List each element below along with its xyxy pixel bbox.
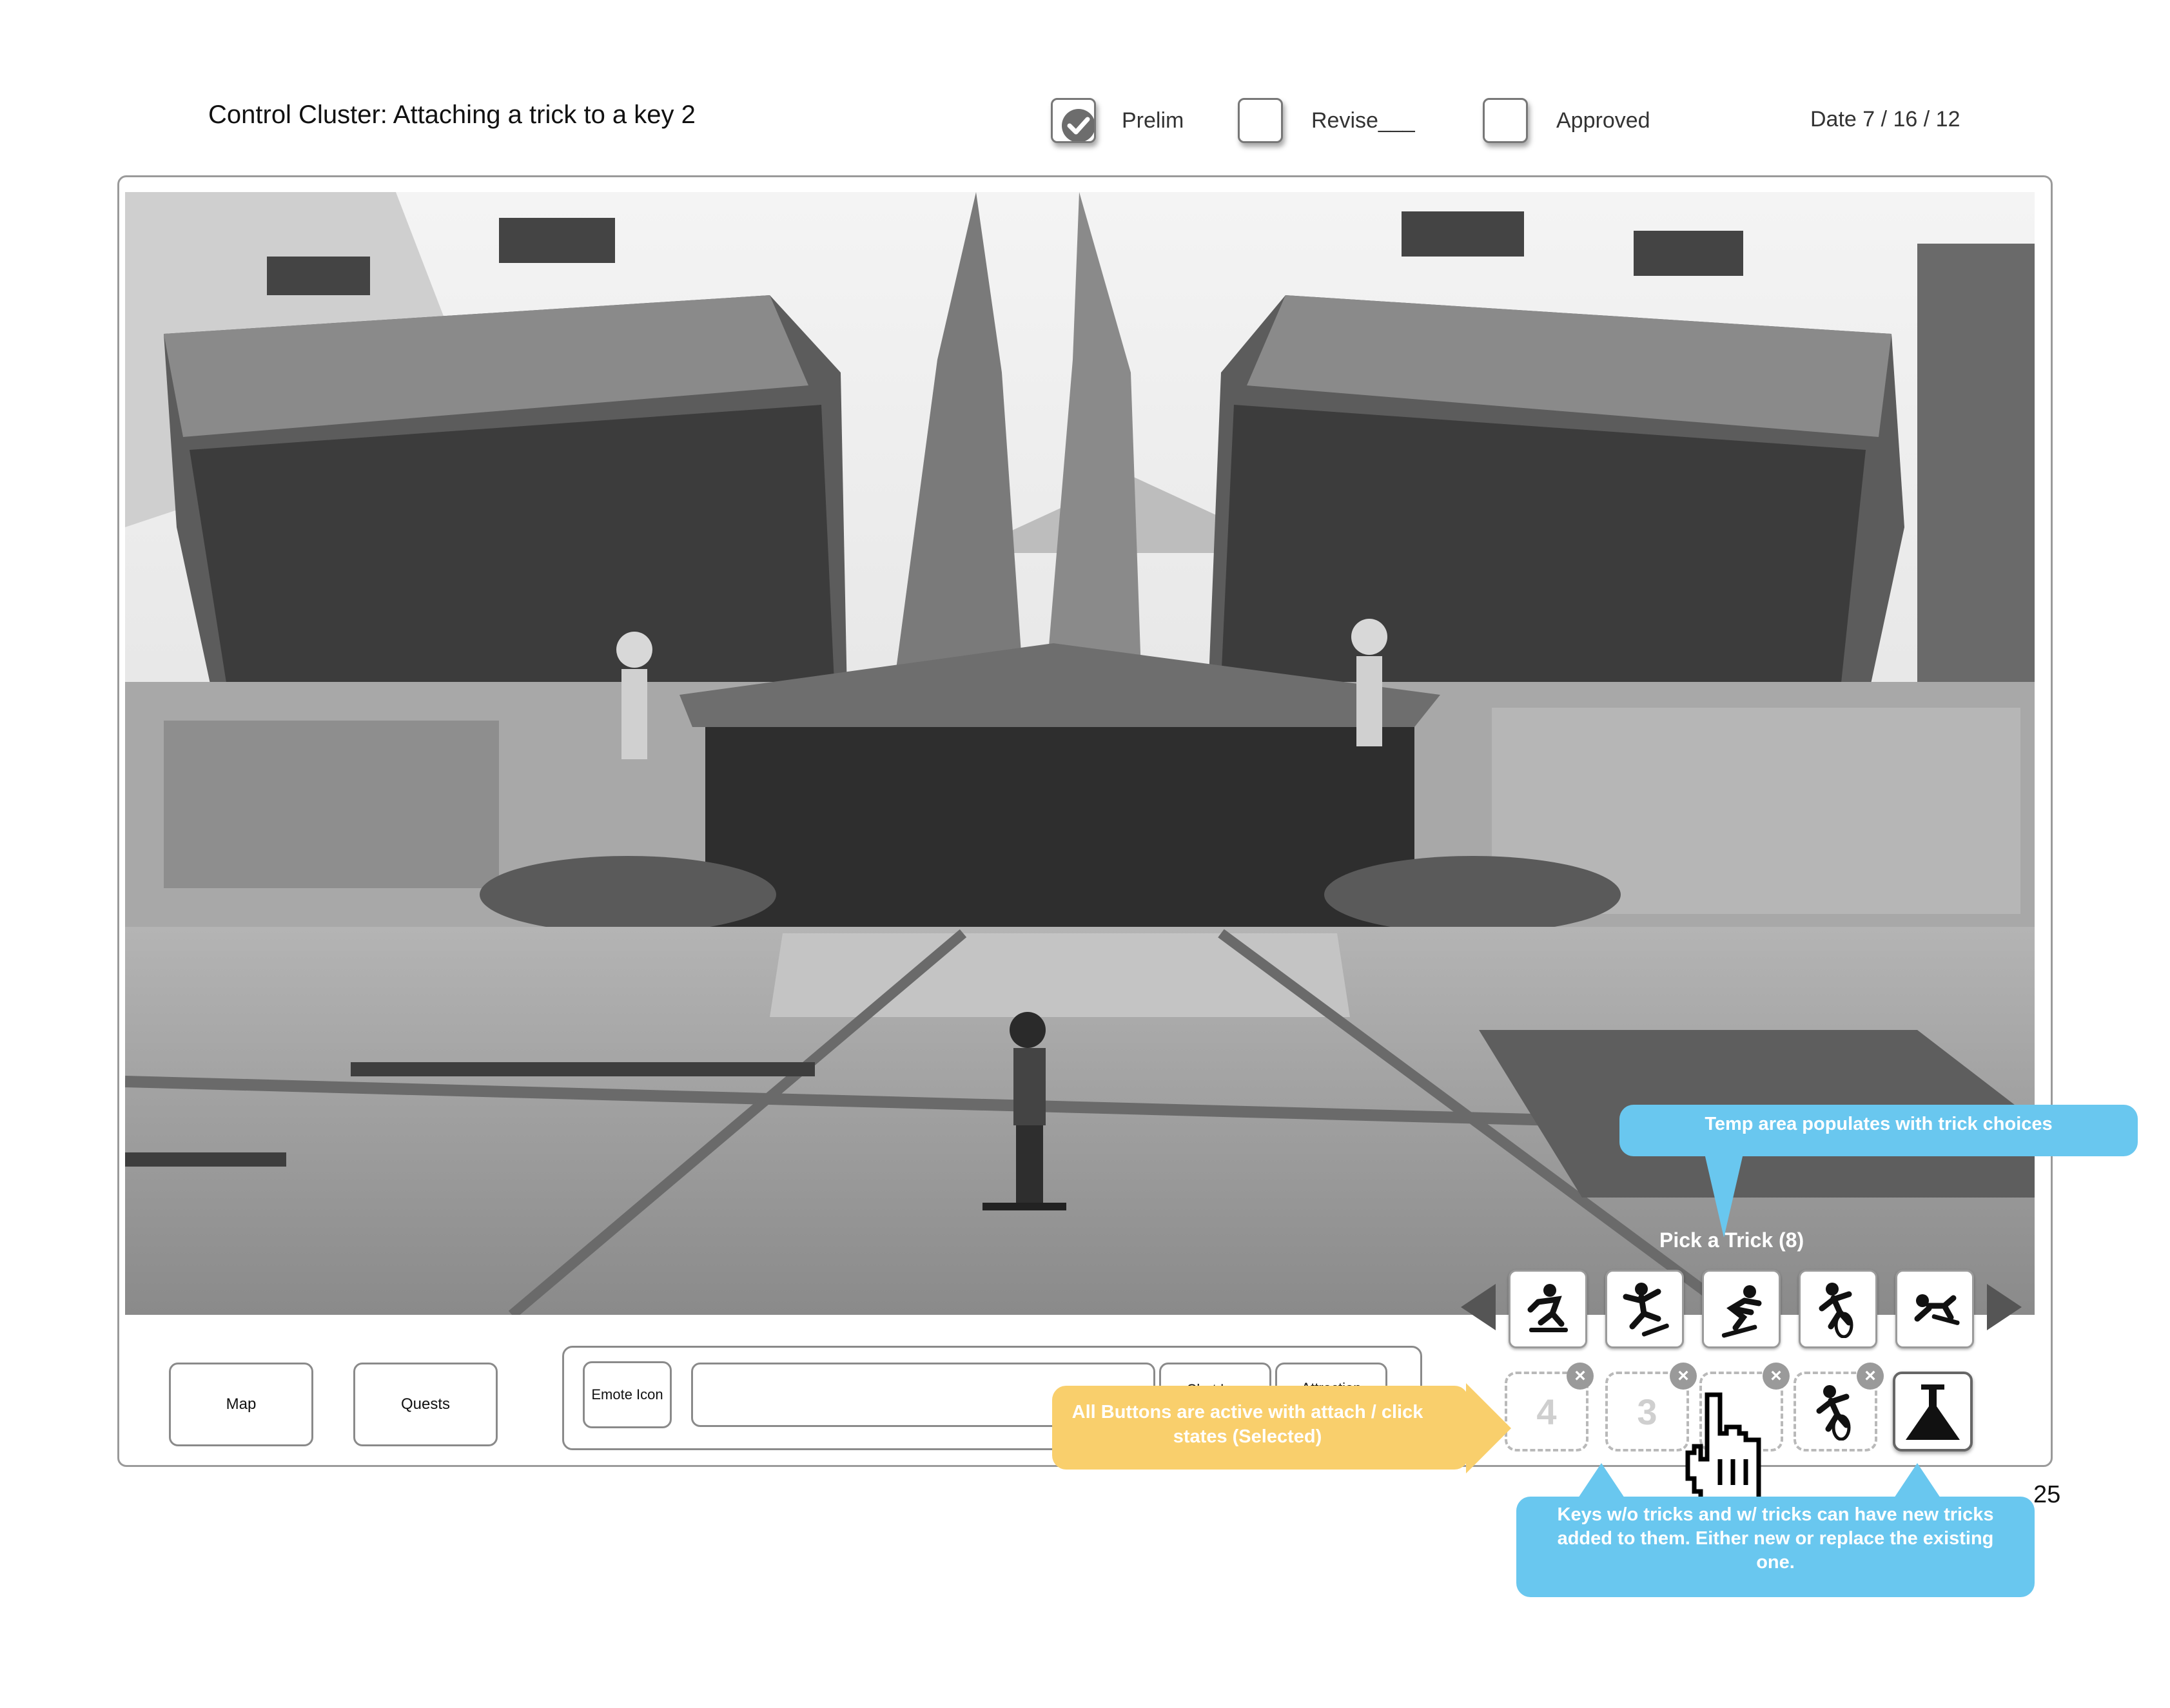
callout-pointer-icon [1891, 1463, 1943, 1502]
map-button[interactable]: Map [169, 1363, 313, 1446]
date-label: Date 7 / 16 / 12 [1810, 107, 1960, 131]
revise-label: Revise___ [1311, 108, 1415, 133]
remove-icon[interactable]: × [1857, 1363, 1884, 1390]
callout-buttons-active: All Buttons are active with attach / cli… [1052, 1386, 1469, 1470]
skater-trick-icon [1819, 1283, 1853, 1338]
remove-icon[interactable]: × [1670, 1363, 1697, 1390]
picker-right-arrow-icon[interactable] [1986, 1283, 2023, 1332]
trick-option-3[interactable] [1702, 1270, 1781, 1348]
callout-pointer-icon [1466, 1383, 1511, 1473]
prelim-checkbox[interactable] [1051, 98, 1096, 143]
emote-button[interactable]: Emote Icon [583, 1361, 672, 1428]
skater-trick-icon [1527, 1284, 1568, 1332]
callout-pointer-icon [1705, 1154, 1743, 1237]
trick-option-5[interactable] [1895, 1270, 1974, 1348]
callout-pointer-icon [1576, 1463, 1627, 1502]
skater-trick-icon [1721, 1285, 1762, 1338]
checkmark-icon [1062, 109, 1095, 142]
flask-icon [1906, 1384, 1960, 1440]
selected-key-slot[interactable] [1893, 1372, 1973, 1451]
trick-option-4[interactable] [1799, 1270, 1877, 1348]
remove-icon[interactable]: × [1763, 1363, 1790, 1390]
page-number: 25 [2033, 1481, 2061, 1508]
prelim-label: Prelim [1122, 108, 1184, 133]
skater-trick-icon [1623, 1283, 1669, 1337]
approved-label: Approved [1556, 108, 1650, 133]
callout-temp-area: Temp area populates with trick choices [1619, 1105, 2138, 1156]
picker-left-arrow-icon[interactable] [1460, 1283, 1497, 1332]
quests-button[interactable]: Quests [353, 1363, 498, 1446]
skater-trick-icon [1816, 1385, 1851, 1441]
page-title: Control Cluster: Attaching a trick to a … [208, 101, 696, 129]
skater-trick-icon [1914, 1294, 1960, 1325]
trick-option-2[interactable] [1605, 1270, 1684, 1348]
hand-cursor-icon [1685, 1392, 1761, 1504]
trick-option-1[interactable] [1509, 1270, 1587, 1348]
remove-icon[interactable]: × [1567, 1363, 1594, 1390]
approved-checkbox[interactable] [1483, 98, 1528, 143]
callout-keys-info: Keys w/o tricks and w/ tricks can have n… [1516, 1497, 2035, 1597]
revise-checkbox[interactable] [1238, 98, 1283, 143]
